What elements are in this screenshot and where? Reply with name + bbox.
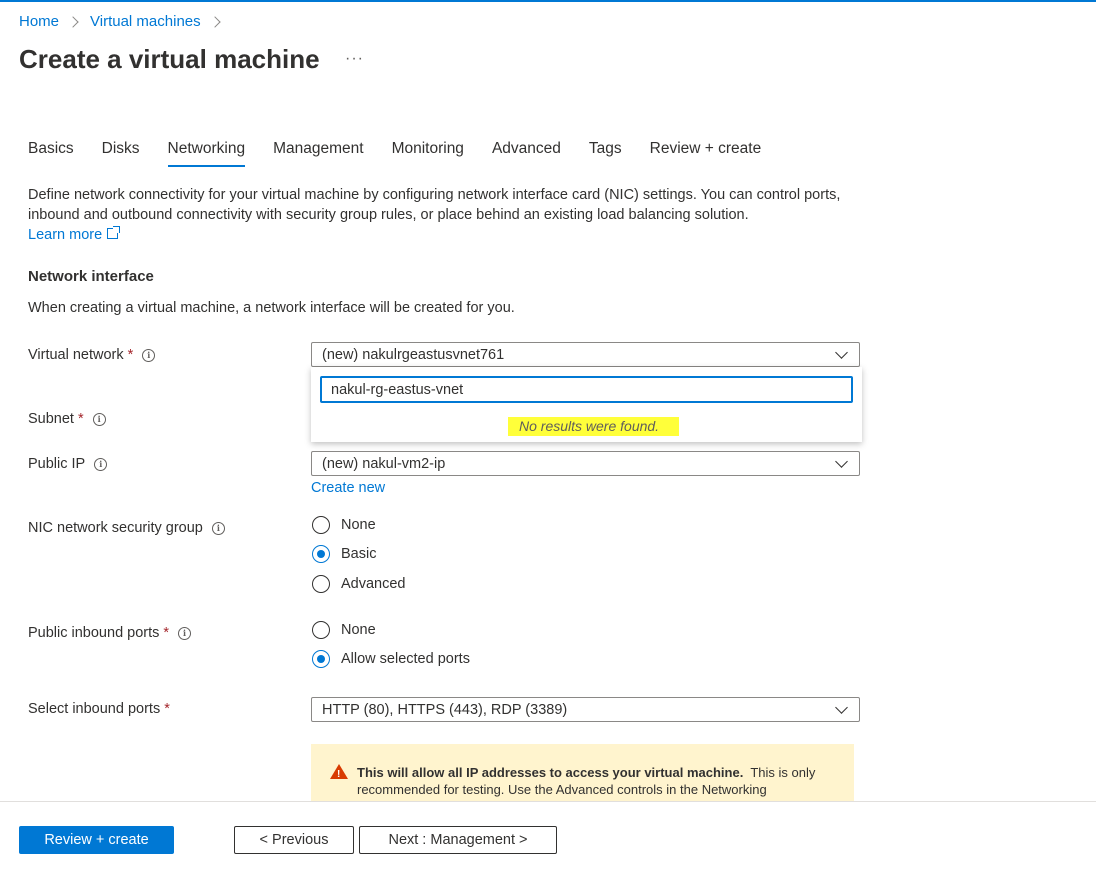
select-inbound-ports-value: HTTP (80), HTTPS (443), RDP (3389) (322, 701, 568, 718)
chevron-down-icon (835, 346, 848, 359)
top-accent-line (0, 0, 1096, 2)
network-interface-heading: Network interface (28, 268, 154, 285)
nic-nsg-option-basic-label: Basic (341, 546, 377, 562)
nic-nsg-label: NIC network security group i (28, 520, 225, 536)
virtual-network-label-text: Virtual network (28, 347, 124, 363)
virtual-network-dropdown[interactable]: (new) nakulrgeastusvnet761 (311, 342, 860, 367)
tab-bar: Basics Disks Networking Management Monit… (28, 140, 789, 167)
public-ip-value: (new) nakul-vm2-ip (322, 455, 446, 472)
radio-button[interactable] (312, 621, 330, 639)
warning-icon (330, 764, 348, 783)
virtual-network-search-input[interactable] (320, 376, 853, 403)
learn-more-label: Learn more (28, 227, 103, 243)
radio-button-selected[interactable] (312, 650, 330, 668)
external-link-icon (107, 226, 121, 239)
public-inbound-ports-label: Public inbound ports * i (28, 625, 192, 641)
create-new-public-ip-link[interactable]: Create new (311, 480, 385, 496)
chevron-down-icon (835, 701, 848, 714)
intro-text: Define network connectivity for your vir… (28, 187, 841, 223)
tab-basics[interactable]: Basics (28, 140, 74, 167)
required-mark: * (163, 625, 170, 641)
tab-disks[interactable]: Disks (102, 140, 140, 167)
virtual-network-search-popup: No results were found. (311, 367, 862, 442)
tab-networking[interactable]: Networking (167, 140, 245, 167)
previous-button[interactable]: < Previous (234, 826, 354, 854)
nic-nsg-option-none[interactable]: None (312, 516, 376, 534)
info-icon[interactable]: i (92, 412, 106, 426)
required-mark: * (164, 701, 170, 717)
public-ip-dropdown[interactable]: (new) nakul-vm2-ip (311, 451, 860, 476)
nic-nsg-option-advanced[interactable]: Advanced (312, 575, 406, 593)
tab-tags[interactable]: Tags (589, 140, 622, 167)
public-inbound-option-allow[interactable]: Allow selected ports (312, 650, 470, 668)
warning-bold-text: This will allow all IP addresses to acce… (357, 765, 744, 780)
nic-nsg-option-basic[interactable]: Basic (312, 545, 376, 563)
info-icon[interactable]: i (211, 521, 225, 535)
required-mark: * (77, 411, 84, 427)
radio-button[interactable] (312, 575, 330, 593)
tab-advanced[interactable]: Advanced (492, 140, 561, 167)
more-options-icon[interactable]: ··· (345, 50, 364, 68)
chevron-down-icon (835, 455, 848, 468)
subnet-label: Subnet * i (28, 411, 106, 427)
subnet-label-text: Subnet (28, 411, 74, 427)
public-inbound-ports-label-text: Public inbound ports (28, 625, 160, 641)
info-icon[interactable]: i (178, 626, 192, 640)
virtual-network-value: (new) nakulrgeastusvnet761 (322, 346, 505, 363)
required-mark: * (127, 347, 134, 363)
select-inbound-ports-label: Select inbound ports * (28, 701, 170, 717)
tab-management[interactable]: Management (273, 140, 363, 167)
next-management-button[interactable]: Next : Management > (359, 826, 557, 854)
chevron-right-icon (208, 15, 221, 28)
nic-nsg-option-advanced-label: Advanced (341, 576, 406, 592)
learn-more-link[interactable]: Learn more (28, 226, 121, 243)
select-inbound-ports-dropdown[interactable]: HTTP (80), HTTPS (443), RDP (3389) (311, 697, 860, 722)
public-ip-label: Public IP i (28, 456, 108, 472)
radio-button[interactable] (312, 516, 330, 534)
radio-button-selected[interactable] (312, 545, 330, 563)
virtual-network-label: Virtual network * i (28, 347, 156, 363)
public-inbound-option-none-label: None (341, 622, 376, 638)
footer-bar: Review + create < Previous Next : Manage… (0, 801, 1096, 878)
breadcrumb-virtual-machines[interactable]: Virtual machines (90, 13, 201, 30)
public-inbound-option-none[interactable]: None (312, 621, 376, 639)
intro-description: Define network connectivity for your vir… (28, 185, 858, 245)
inbound-ports-warning: This will allow all IP addresses to acce… (311, 744, 854, 804)
nic-nsg-option-none-label: None (341, 517, 376, 533)
nic-nsg-label-text: NIC network security group (28, 520, 203, 536)
select-inbound-ports-label-text: Select inbound ports (28, 701, 161, 717)
review-create-button[interactable]: Review + create (19, 826, 174, 854)
tab-review-create[interactable]: Review + create (650, 140, 762, 167)
no-results-message: No results were found. (508, 417, 680, 436)
info-icon[interactable]: i (142, 348, 156, 362)
public-inbound-option-allow-label: Allow selected ports (341, 651, 470, 667)
info-icon[interactable]: i (94, 457, 108, 471)
network-interface-subtext: When creating a virtual machine, a netwo… (28, 300, 515, 316)
breadcrumb: Home Virtual machines (19, 13, 232, 30)
breadcrumb-home[interactable]: Home (19, 13, 59, 30)
page-title: Create a virtual machine (19, 44, 320, 74)
public-ip-label-text: Public IP (28, 456, 86, 472)
tab-monitoring[interactable]: Monitoring (392, 140, 464, 167)
chevron-right-icon (67, 15, 79, 28)
